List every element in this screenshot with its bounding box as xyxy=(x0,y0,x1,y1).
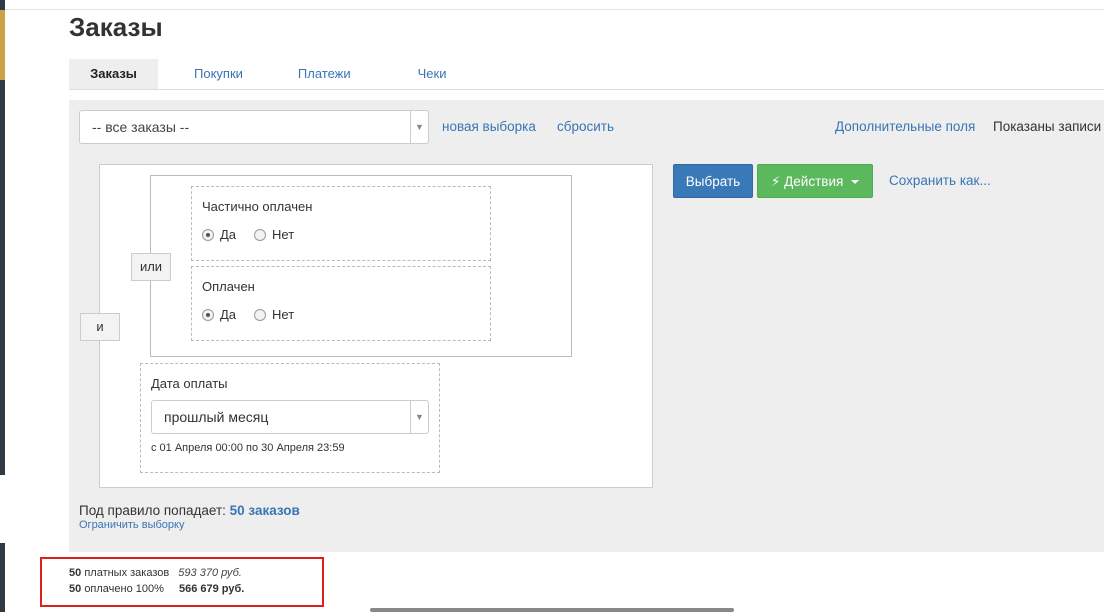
selection-select-value: -- все заказы -- xyxy=(92,119,190,135)
radio-yes-label: Да xyxy=(220,307,237,322)
new-selection-link[interactable]: новая выборка xyxy=(442,119,536,134)
radio-group: Да Нет xyxy=(202,227,294,242)
stat-label: платных заказов xyxy=(84,567,170,579)
tab-bar: Заказы Покупки Платежи Чеки xyxy=(69,59,458,89)
left-edge-gap xyxy=(0,475,5,543)
horizontal-scrollbar[interactable] xyxy=(370,608,734,612)
highlight-box xyxy=(40,557,324,607)
payment-date-value: прошлый месяц xyxy=(164,409,269,425)
date-range-note: с 01 Апреля 00:00 по 30 Апреля 23:59 xyxy=(151,442,345,454)
filter-panel: -- все заказы -- ▼ новая выборка сбросит… xyxy=(69,100,1104,552)
and-operator-button[interactable]: и xyxy=(80,313,120,341)
condition-label: Частично оплачен xyxy=(202,199,313,214)
condition-payment-date: Дата оплаты прошлый месяц ▼ с 01 Апреля … xyxy=(140,363,440,473)
left-edge-strip xyxy=(0,0,5,612)
select-button[interactable]: Выбрать xyxy=(673,164,753,198)
stat-count: 50 xyxy=(69,583,82,595)
chevron-down-icon: ▼ xyxy=(410,401,428,433)
chevron-down-icon: ▼ xyxy=(410,111,428,143)
tab-orders[interactable]: Заказы xyxy=(69,59,158,89)
tab-payments[interactable]: Платежи xyxy=(286,59,363,89)
tab-purchases[interactable]: Покупки xyxy=(182,59,255,89)
tabs-divider xyxy=(69,89,1104,90)
actions-button[interactable]: ⚡ Действия xyxy=(757,164,873,198)
lightning-icon: ⚡ xyxy=(770,174,781,189)
condition-label: Дата оплаты xyxy=(151,376,228,391)
or-operator-button[interactable]: или xyxy=(131,253,171,281)
summary-prefix: Под правило попадает: xyxy=(79,503,226,518)
radio-group: Да Нет xyxy=(202,307,294,322)
left-edge-thumbnail xyxy=(0,10,5,80)
limit-selection-link[interactable]: Ограничить выборку xyxy=(79,519,184,531)
caret-down-icon xyxy=(851,180,860,185)
condition-label: Оплачен xyxy=(202,279,255,294)
radio-no-label: Нет xyxy=(272,307,295,322)
reset-link[interactable]: сбросить xyxy=(557,119,614,134)
rule-builder: и или Частично оплачен Да Нет Оплачен Да xyxy=(80,164,653,488)
extra-fields-link[interactable]: Дополнительные поля xyxy=(835,119,975,134)
stat-row: 50 оплачено 100% 566 679 руб. xyxy=(69,583,244,595)
condition-partially-paid: Частично оплачен Да Нет xyxy=(191,186,491,261)
condition-paid: Оплачен Да Нет xyxy=(191,266,491,341)
radio-no[interactable] xyxy=(254,228,267,241)
radio-no[interactable] xyxy=(254,308,267,321)
actions-button-label: Действия xyxy=(784,174,844,189)
page-title: Заказы xyxy=(69,12,163,42)
tab-receipts[interactable]: Чеки xyxy=(406,59,459,89)
shown-records-label: Показаны записи xyxy=(993,119,1102,134)
stat-count: 50 xyxy=(69,567,82,579)
radio-yes-label: Да xyxy=(220,227,237,242)
stat-row: 50 платных заказов 593 370 руб. xyxy=(69,567,242,579)
radio-yes[interactable] xyxy=(202,308,214,321)
rule-summary: Под правило попадает: 50 заказов xyxy=(79,503,300,518)
top-divider xyxy=(5,9,1104,10)
summary-count[interactable]: 50 заказов xyxy=(230,503,300,518)
radio-no-label: Нет xyxy=(272,227,295,242)
selection-select[interactable]: -- все заказы -- ▼ xyxy=(79,110,429,144)
stat-label: оплачено 100% xyxy=(84,583,164,595)
stat-sum: 566 679 руб. xyxy=(178,583,245,595)
radio-yes[interactable] xyxy=(202,228,214,241)
save-as-link[interactable]: Сохранить как... xyxy=(889,173,991,188)
payment-date-select[interactable]: прошлый месяц ▼ xyxy=(151,400,429,434)
or-group: или Частично оплачен Да Нет Оплачен Да Н… xyxy=(131,175,572,357)
stat-sum: 593 370 руб. xyxy=(178,567,242,579)
